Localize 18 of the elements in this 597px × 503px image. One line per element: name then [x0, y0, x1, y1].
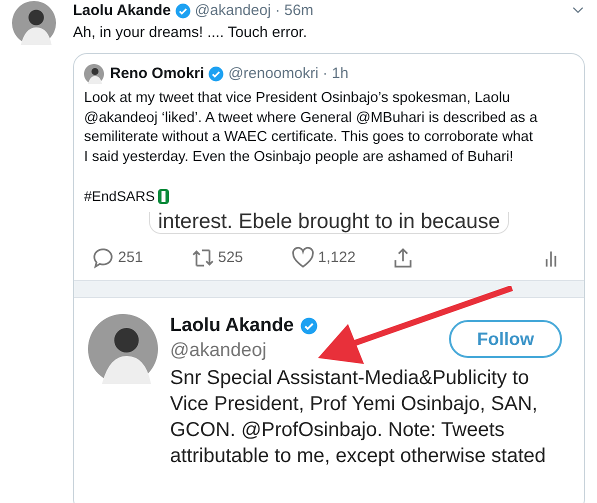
avatar: [84, 64, 104, 84]
handle-time: @akandeoj · 56m: [194, 0, 314, 21]
handle-time: @renoomokri · 1h: [228, 64, 348, 84]
profile-name: Laolu Akande: [170, 314, 294, 338]
avatar: [12, 1, 56, 45]
profile-avatar: [88, 314, 158, 384]
action-count: 525: [218, 248, 244, 268]
quoted-tweet-card[interactable]: [73, 53, 585, 503]
action-count: 1,122: [318, 248, 356, 268]
action-count: 251: [118, 248, 144, 268]
hashtag[interactable]: #EndSARS: [84, 186, 155, 206]
tweet-text: Ah, in your dreams! .... Touch error.: [73, 23, 308, 43]
quoted-tweet-text: Look at my tweet that vice President Osinbajo’s spokesman, Laolu @akandeoj ‘liked’. A tweet where General @MBuhari is described as a semiliterate without a WAEC certificate. This goes to corroborate what I said yesterday. Even the Osinbajo people are ashamed of Buhari!: [84, 89, 538, 166]
profile-bio: Snr Special Assistant-Media&Publicity to Vice President, Prof Yemi Osinbajo, SAN, GCON. @ProfOsinbajo. Note: Tweets attributable to me, except otherwise stated: [170, 366, 547, 469]
cut-text: interest. Ebele brought to in because: [158, 212, 500, 232]
author-name[interactable]: Laolu Akande: [73, 0, 171, 22]
author-name[interactable]: Reno Omokri: [110, 62, 204, 86]
profile-handle: @akandeoj: [170, 339, 268, 363]
